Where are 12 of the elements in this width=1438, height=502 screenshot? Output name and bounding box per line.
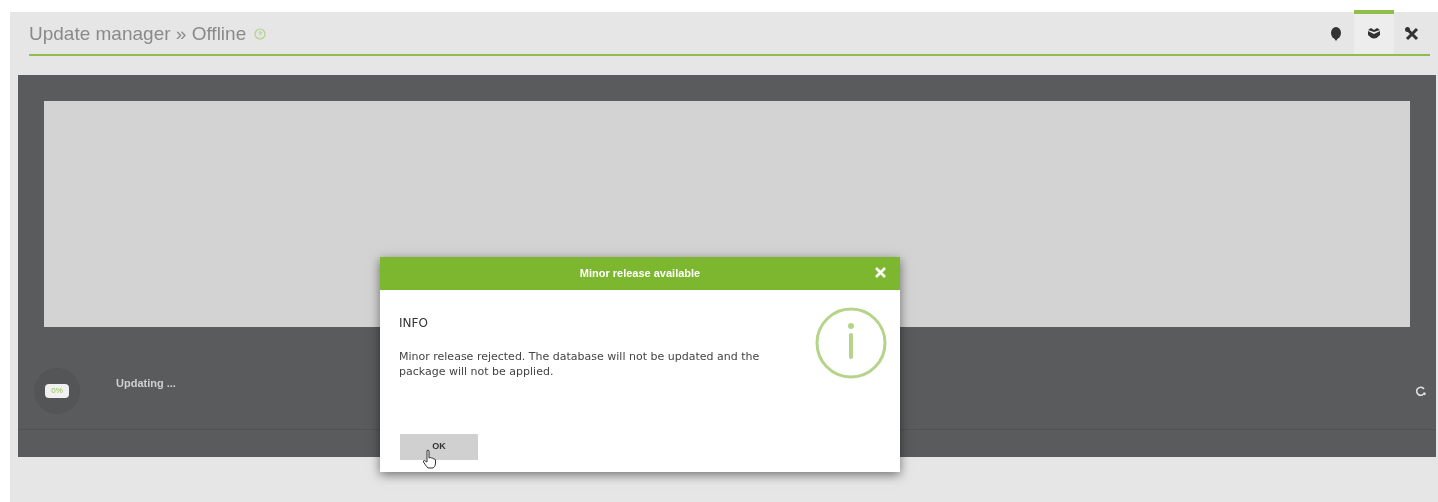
dialog-title: Minor release available (579, 266, 701, 282)
info-icon (814, 306, 888, 380)
close-icon (874, 266, 887, 279)
progress-percent: 0% (45, 383, 69, 398)
status-text: Updating ... (116, 376, 176, 392)
dialog-message: Minor release rejected. The database will not be updated and the package will not be applied. (399, 349, 761, 379)
dialog-heading: INFO (399, 315, 429, 332)
refresh-icon[interactable] (1416, 385, 1426, 396)
ok-button[interactable]: OK (400, 434, 478, 460)
page-title: Update manager » Offline (29, 21, 247, 46)
toolbar-tab[interactable] (1354, 10, 1394, 54)
pin-icon (1328, 26, 1344, 42)
